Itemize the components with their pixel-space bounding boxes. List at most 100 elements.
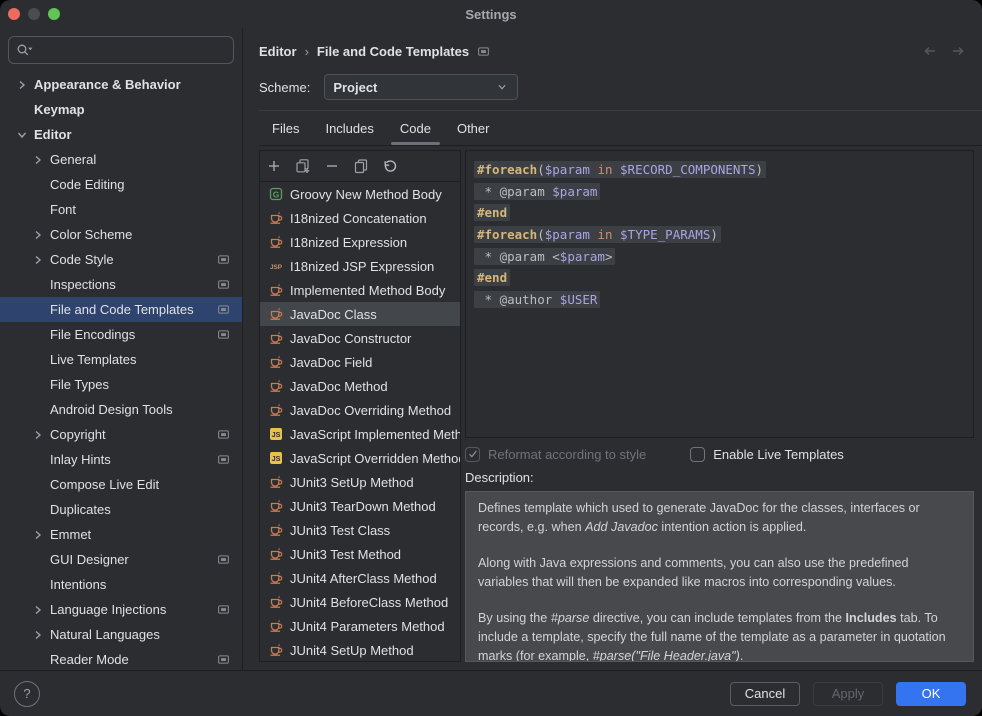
sidebar-item-general[interactable]: General <box>0 147 242 172</box>
sidebar-item-emmet[interactable]: Emmet <box>0 522 242 547</box>
scheme-selected-value: Project <box>333 80 377 95</box>
chevron-right-icon[interactable] <box>30 627 46 643</box>
tab-other[interactable]: Other <box>444 111 503 145</box>
sidebar-item-editor[interactable]: Editor <box>0 122 242 147</box>
breadcrumb-editor[interactable]: Editor <box>259 44 297 59</box>
template-item-junit4-afterclass-method[interactable]: JUnit4 AfterClass Method <box>260 566 460 590</box>
chevron-right-icon[interactable] <box>30 152 46 168</box>
minimize-button[interactable] <box>28 8 40 20</box>
sidebar-item-code-style[interactable]: Code Style <box>0 247 242 272</box>
template-item-implemented-method-body[interactable]: Implemented Method Body <box>260 278 460 302</box>
sidebar-item-live-templates[interactable]: Live Templates <box>0 347 242 372</box>
back-arrow-icon[interactable] <box>922 43 938 59</box>
sidebar-item-file-encodings[interactable]: File Encodings <box>0 322 242 347</box>
checkbox-checked-icon <box>465 447 480 462</box>
sidebar-item-appearance-behavior[interactable]: Appearance & Behavior <box>0 72 242 97</box>
close-button[interactable] <box>8 8 20 20</box>
sidebar-item-color-scheme[interactable]: Color Scheme <box>0 222 242 247</box>
create-child-template-button[interactable] <box>295 158 311 174</box>
sidebar-item-label: Code Editing <box>50 177 124 192</box>
template-item-i18nized-concatenation[interactable]: I18nized Concatenation <box>260 206 460 230</box>
sidebar-item-font[interactable]: Font <box>0 197 242 222</box>
sidebar-item-file-and-code-templates[interactable]: File and Code Templates <box>0 297 242 322</box>
template-item-javadoc-constructor[interactable]: JavaDoc Constructor <box>260 326 460 350</box>
java-class-icon <box>268 618 284 634</box>
monitor-icon <box>217 303 230 316</box>
template-editor[interactable]: #foreach($param in $RECORD_COMPONENTS) *… <box>465 150 974 438</box>
svg-text:G: G <box>273 189 280 199</box>
cancel-button[interactable]: Cancel <box>730 682 800 706</box>
java-class-icon <box>268 282 284 298</box>
template-item-label: JavaScript Implemented Method <box>290 427 460 442</box>
chevron-right-icon[interactable] <box>14 77 30 93</box>
sidebar-item-natural-languages[interactable]: Natural Languages <box>0 622 242 647</box>
template-item-javadoc-class[interactable]: JavaDoc Class <box>260 302 460 326</box>
ok-button[interactable]: OK <box>896 682 966 706</box>
chevron-down-icon[interactable] <box>14 127 30 143</box>
template-item-groovy-new-method-body[interactable]: GGroovy New Method Body <box>260 182 460 206</box>
java-class-icon <box>268 570 284 586</box>
sidebar-item-inlay-hints[interactable]: Inlay Hints <box>0 447 242 472</box>
sidebar-item-label: Live Templates <box>50 352 136 367</box>
tab-code[interactable]: Code <box>387 111 444 145</box>
description-panel[interactable]: Defines template which used to generate … <box>465 491 974 662</box>
copy-template-button[interactable] <box>353 158 369 174</box>
sidebar-item-label: Intentions <box>50 577 106 592</box>
sidebar-item-code-editing[interactable]: Code Editing <box>0 172 242 197</box>
enable-live-templates-checkbox[interactable]: Enable Live Templates <box>690 447 844 462</box>
chevron-right-icon[interactable] <box>30 427 46 443</box>
sidebar-item-copyright[interactable]: Copyright <box>0 422 242 447</box>
sidebar-item-reader-mode[interactable]: Reader Mode <box>0 647 242 670</box>
template-item-javadoc-overriding-method[interactable]: JavaDoc Overriding Method <box>260 398 460 422</box>
template-item-label: I18nized Expression <box>290 235 407 250</box>
reset-templates-button[interactable] <box>382 158 398 174</box>
window-controls <box>8 8 60 20</box>
reformat-checkbox[interactable]: Reformat according to style <box>465 447 646 462</box>
forward-arrow-icon[interactable] <box>950 43 966 59</box>
sidebar-item-file-types[interactable]: File Types <box>0 372 242 397</box>
scheme-label: Scheme: <box>259 80 310 95</box>
template-item-label: JavaDoc Constructor <box>290 331 411 346</box>
sidebar-item-android-design-tools[interactable]: Android Design Tools <box>0 397 242 422</box>
description-label: Description: <box>465 470 974 486</box>
apply-button[interactable]: Apply <box>813 682 883 706</box>
template-item-javadoc-method[interactable]: JavaDoc Method <box>260 374 460 398</box>
scheme-select[interactable]: Project <box>324 74 518 100</box>
template-item-junit3-test-method[interactable]: JUnit3 Test Method <box>260 542 460 566</box>
template-item-javascript-overridden-method[interactable]: JSJavaScript Overridden Method <box>260 446 460 470</box>
help-button[interactable]: ? <box>14 681 40 707</box>
tab-files[interactable]: Files <box>259 111 312 145</box>
monitor-icon <box>217 653 230 666</box>
chevron-right-icon[interactable] <box>30 602 46 618</box>
sidebar-item-gui-designer[interactable]: GUI Designer <box>0 547 242 572</box>
template-item-junit3-setup-method[interactable]: JUnit3 SetUp Method <box>260 470 460 494</box>
tab-includes[interactable]: Includes <box>312 111 386 145</box>
java-class-icon <box>268 546 284 562</box>
chevron-right-icon[interactable] <box>30 252 46 268</box>
template-item-i18nized-jsp-expression[interactable]: JSPI18nized JSP Expression <box>260 254 460 278</box>
settings-search-input[interactable] <box>8 36 234 64</box>
template-item-junit4-setup-method[interactable]: JUnit4 SetUp Method <box>260 638 460 661</box>
template-item-junit4-parameters-method[interactable]: JUnit4 Parameters Method <box>260 614 460 638</box>
chevron-right-icon[interactable] <box>30 527 46 543</box>
sidebar-item-intentions[interactable]: Intentions <box>0 572 242 597</box>
sidebar-item-compose-live-edit[interactable]: Compose Live Edit <box>0 472 242 497</box>
add-template-button[interactable] <box>266 158 282 174</box>
template-item-junit3-test-class[interactable]: JUnit3 Test Class <box>260 518 460 542</box>
template-item-label: JUnit4 Parameters Method <box>290 619 445 634</box>
template-list-panel: GGroovy New Method BodyI18nized Concaten… <box>259 150 461 662</box>
template-item-javascript-implemented-method[interactable]: JSJavaScript Implemented Method <box>260 422 460 446</box>
sidebar-item-language-injections[interactable]: Language Injections <box>0 597 242 622</box>
template-item-i18nized-expression[interactable]: I18nized Expression <box>260 230 460 254</box>
template-item-javadoc-field[interactable]: JavaDoc Field <box>260 350 460 374</box>
remove-template-button[interactable] <box>324 158 340 174</box>
sidebar-item-keymap[interactable]: Keymap <box>0 97 242 122</box>
template-item-junit4-beforeclass-method[interactable]: JUnit4 BeforeClass Method <box>260 590 460 614</box>
chevron-right-icon[interactable] <box>30 227 46 243</box>
sidebar-item-duplicates[interactable]: Duplicates <box>0 497 242 522</box>
sidebar-item-inspections[interactable]: Inspections <box>0 272 242 297</box>
sidebar-item-label: Reader Mode <box>50 652 129 667</box>
template-item-junit3-teardown-method[interactable]: JUnit3 TearDown Method <box>260 494 460 518</box>
zoom-button[interactable] <box>48 8 60 20</box>
template-item-label: I18nized JSP Expression <box>290 259 434 274</box>
